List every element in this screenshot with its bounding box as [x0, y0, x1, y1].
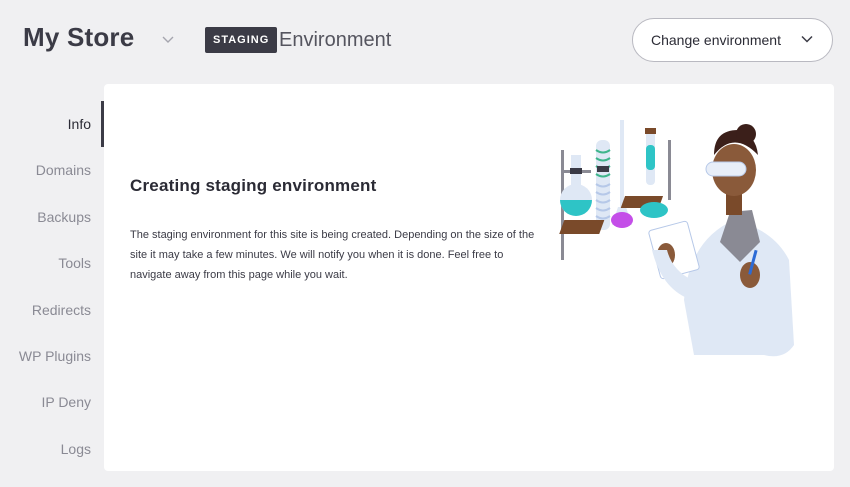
site-name: My Store [23, 22, 135, 52]
sidebar-item-tools[interactable]: Tools [0, 240, 104, 286]
sidebar-item-logs[interactable]: Logs [0, 426, 104, 472]
sidebar-item-redirects[interactable]: Redirects [0, 287, 104, 333]
environment-badge: STAGING [205, 27, 278, 53]
sidebar-item-backups[interactable]: Backups [0, 194, 104, 240]
scientist-lab-illustration [480, 100, 834, 370]
sidebar-item-domains[interactable]: Domains [0, 147, 104, 193]
environment-title: Environment [279, 29, 392, 51]
sidebar-item-ip-deny[interactable]: IP Deny [0, 379, 104, 425]
change-environment-button[interactable]: Change environment [632, 18, 833, 62]
sidebar-item-info[interactable]: Info [0, 101, 104, 148]
sidebar-item-wp-plugins[interactable]: WP Plugins [0, 333, 104, 379]
content-panel: Creating staging environment The staging… [104, 84, 834, 471]
site-switcher-chevron-down-icon[interactable] [160, 32, 176, 48]
page-title: Creating staging environment [130, 176, 377, 195]
change-environment-label: Change environment [651, 32, 781, 48]
chevron-down-icon [800, 32, 814, 49]
status-description: The staging environment for this site is… [130, 229, 535, 281]
sidebar-nav: Info Domains Backups Tools Redirects WP … [0, 101, 104, 472]
